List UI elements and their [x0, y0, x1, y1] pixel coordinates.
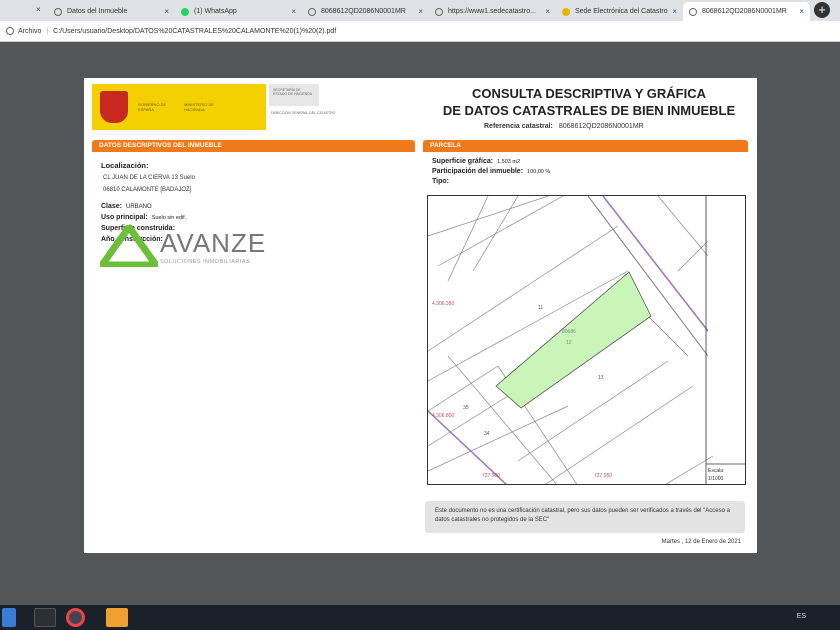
clase-value: URBANO — [126, 204, 152, 210]
scale-value: 1/1000 — [708, 476, 724, 482]
language-indicator[interactable]: ES — [797, 613, 806, 620]
tab-pdf-1[interactable]: 8068612QD2086N0001MR × — [302, 2, 429, 21]
map-label-parcel-num: 12 — [566, 340, 572, 346]
new-tab-button[interactable]: + — [814, 2, 830, 18]
clase-label: Clase: — [101, 203, 123, 210]
logo-ministerio: MINISTERIO DE HACIENDA — [184, 102, 215, 112]
tab-datos-inmueble[interactable]: Datos del Inmueble × — [48, 2, 175, 21]
close-tab-icon[interactable]: × — [291, 7, 296, 16]
close-tab-icon[interactable]: × — [799, 7, 804, 16]
media-player-icon[interactable] — [34, 608, 56, 627]
close-tab-icon[interactable]: × — [36, 5, 41, 14]
tab-whatsapp[interactable]: (1) WhatsApp × — [175, 2, 302, 21]
gobierno-logo: GOBIERNO DE ESPAÑA MINISTERIO DE HACIEND… — [92, 84, 266, 130]
map-label-34: 34 — [484, 431, 490, 437]
address-line-1: CL JUAN DE LA CIERVA 13 Suelo — [103, 175, 195, 181]
avanze-watermark: AVANZE SOLUCIONES INMOBILIARIAS — [100, 225, 266, 267]
watermark-subtitle: SOLUCIONES INMOBILIARIAS — [160, 258, 251, 265]
uso-row: Uso principal: Suelo sin edif. — [101, 214, 186, 221]
tab-sedecatastro[interactable]: https://www1.sedecatastro... × — [429, 2, 556, 21]
superficie-grafica-value: 1.503 m2 — [497, 159, 521, 165]
catastro-icon — [562, 7, 570, 16]
map-label-parcel: 80686 — [562, 329, 576, 335]
section-header-datos: DATOS DESCRIPTIVOS DEL INMUEBLE — [92, 140, 415, 152]
uso-label: Uso principal: — [101, 214, 148, 221]
participacion-label: Participación del inmueble: — [432, 168, 524, 175]
close-tab-icon[interactable]: × — [545, 7, 550, 16]
address-prefix: Archivo — [18, 27, 42, 35]
taskbar: ES — [0, 605, 840, 630]
clase-row: Clase: URBANO — [101, 203, 152, 210]
doc-title-1: CONSULTA DESCRIPTIVA Y GRÁFICA — [471, 86, 706, 101]
globe-icon — [435, 7, 443, 16]
info-icon[interactable] — [6, 27, 14, 35]
coat-of-arms-icon — [100, 91, 128, 123]
map-drawing: 11 13 35 34 80686 12 4.306.350 4.306.800… — [428, 196, 745, 484]
map-coord-y2: 4.306.800 — [432, 413, 454, 419]
participacion-value: 100,00 % — [527, 169, 551, 175]
map-coord-x2: 727.950 — [594, 473, 612, 479]
map-label-35: 35 — [463, 405, 469, 411]
globe-icon — [308, 7, 316, 16]
avanze-logo-icon — [100, 225, 158, 267]
tab-bar: × Datos del Inmueble × (1) WhatsApp × 8068… — [0, 0, 840, 21]
tab-pdf-active[interactable]: 8068612QD2086N0001MR × — [683, 2, 810, 21]
close-tab-icon[interactable]: × — [418, 7, 423, 16]
ref-value: 8068612QD2086N0001MR — [558, 123, 644, 130]
close-tab-icon[interactable]: × — [672, 7, 677, 16]
superficie-grafica-row: Superficie gráfica: 1.503 m2 — [432, 158, 520, 165]
map-label-13: 13 — [598, 375, 604, 381]
url-text[interactable]: C:/Users/usuario/Desktop/DATOS%20CATASTR… — [53, 28, 336, 35]
start-icon[interactable] — [2, 608, 16, 627]
outlook-icon[interactable] — [106, 608, 128, 627]
tipo-label: Tipo: — [432, 178, 449, 185]
map-label-11: 11 — [538, 305, 543, 311]
participacion-row: Participación del inmueble: 100,00 % — [432, 168, 550, 175]
uso-value: Suelo sin edif. — [151, 215, 187, 221]
tab-sede-electronica[interactable]: Sede Electrónica del Catastro × — [556, 2, 683, 21]
map-coord-x1: 727.900 — [482, 473, 500, 479]
ref-label: Referencia catastral: — [484, 123, 553, 130]
chrome-icon[interactable] — [66, 608, 85, 627]
globe-icon — [54, 7, 62, 16]
disclaimer-note: Este documento no es una certificación c… — [425, 501, 745, 533]
document-date: Martes , 12 de Enero de 2021 — [661, 539, 741, 545]
cadastral-map[interactable]: 11 13 35 34 80686 12 4.306.350 4.306.800… — [427, 195, 746, 485]
map-coord-y1: 4.306.350 — [432, 301, 454, 307]
scale-label: Escala: — [708, 468, 724, 474]
localizacion-label: Localización: — [101, 161, 149, 170]
logo-gobierno: GOBIERNO DE ESPAÑA — [138, 102, 167, 112]
logo-secretaria: SECRETARÍA DE ESTADO DE HACIENDA — [269, 84, 319, 106]
address-line-2: 06810 CALAMONTE [BADAJOZ] — [103, 187, 192, 193]
watermark-brand: AVANZE — [160, 227, 267, 258]
superficie-grafica-label: Superficie gráfica: — [432, 158, 494, 165]
referencia-catastral: Referencia catastral: 8068612QD2086N0001M… — [484, 123, 644, 130]
close-tab-icon[interactable]: × — [164, 7, 169, 16]
doc-title-2: DE DATOS CATASTRALES DE BIEN INMUEBLE — [442, 103, 736, 118]
globe-icon — [689, 7, 697, 16]
section-header-parcela: PARCELA — [423, 140, 748, 152]
address-bar[interactable]: Archivo | C:/Users/usuario/Desktop/DATOS%… — [0, 21, 840, 42]
pdf-page: GOBIERNO DE ESPAÑA MINISTERIO DE HACIEND… — [84, 78, 757, 553]
whatsapp-icon — [181, 7, 189, 16]
logo-direccion: DIRECCIÓN GENERAL DEL CATASTRO — [271, 111, 336, 115]
